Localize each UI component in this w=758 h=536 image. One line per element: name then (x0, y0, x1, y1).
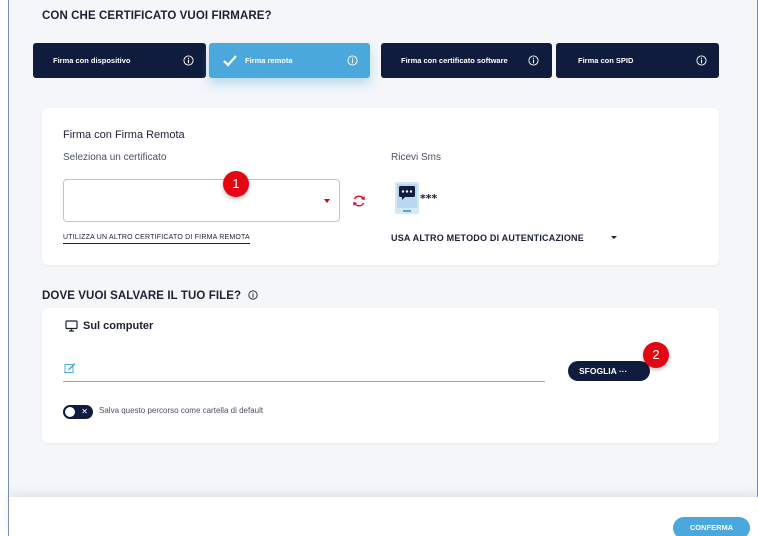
step-marker-2: 2 (643, 342, 669, 368)
monitor-icon (65, 320, 78, 332)
tab-label: Firma con dispositivo (53, 56, 131, 65)
tab-label: Firma con certificato software (401, 56, 508, 65)
save-location-label: Sul computer (83, 320, 154, 332)
default-folder-label: Salva questo percorso come cartella di d… (99, 406, 264, 415)
sms-label: Ricevi Sms (391, 152, 442, 163)
save-section-title: DOVE VUOI SALVARE IL TUO FILE? (42, 290, 259, 302)
close-icon: ✕ (81, 407, 88, 416)
certificate-section-title: CON CHE CERTIFICATO VUOI FIRMARE? (42, 10, 272, 22)
certificate-select[interactable] (63, 179, 340, 222)
caret-down-icon (324, 199, 330, 203)
tab-firma-dispositivo[interactable]: Firma con dispositivo (33, 43, 206, 78)
info-icon[interactable] (528, 55, 539, 66)
tab-firma-remota[interactable]: Firma remota (209, 43, 370, 78)
tab-firma-spid[interactable]: Firma con SPID (556, 43, 719, 78)
save-section-title-text: DOVE VUOI SALVARE IL TUO FILE? (42, 290, 242, 302)
info-icon[interactable] (248, 290, 259, 300)
check-icon (223, 54, 237, 67)
info-icon[interactable] (696, 55, 707, 66)
other-certificate-link[interactable]: UTILIZZA UN ALTRO CERTIFICATO DI FIRMA R… (63, 234, 250, 244)
edit-icon (64, 363, 76, 373)
refresh-icon[interactable] (352, 194, 366, 208)
remote-card-title: Firma con Firma Remota (63, 129, 185, 141)
info-icon[interactable] (347, 55, 358, 66)
chevron-down-icon[interactable] (611, 236, 617, 239)
step-marker-1: 1 (223, 171, 249, 197)
browse-button[interactable]: SFOGLIA ··· (568, 361, 650, 381)
toggle-knob (65, 407, 75, 417)
tab-label: Firma remota (245, 56, 293, 65)
svg-text:***: *** (420, 192, 438, 205)
info-icon[interactable] (183, 55, 194, 66)
select-certificate-label: Seleziona un certificato (63, 152, 167, 163)
footer-area (8, 497, 758, 536)
path-input-underline (63, 381, 545, 382)
tab-label: Firma con SPID (578, 56, 634, 65)
other-auth-method-dropdown[interactable]: USA ALTRO METODO DI AUTENTICAZIONE (391, 233, 584, 243)
tab-firma-software[interactable]: Firma con certificato software (381, 43, 552, 78)
confirm-button[interactable]: CONFERMA (673, 517, 750, 536)
sms-password-icon[interactable]: *** (393, 181, 439, 215)
default-folder-toggle[interactable]: ✕ (63, 405, 93, 419)
window-frame (8, 0, 758, 536)
